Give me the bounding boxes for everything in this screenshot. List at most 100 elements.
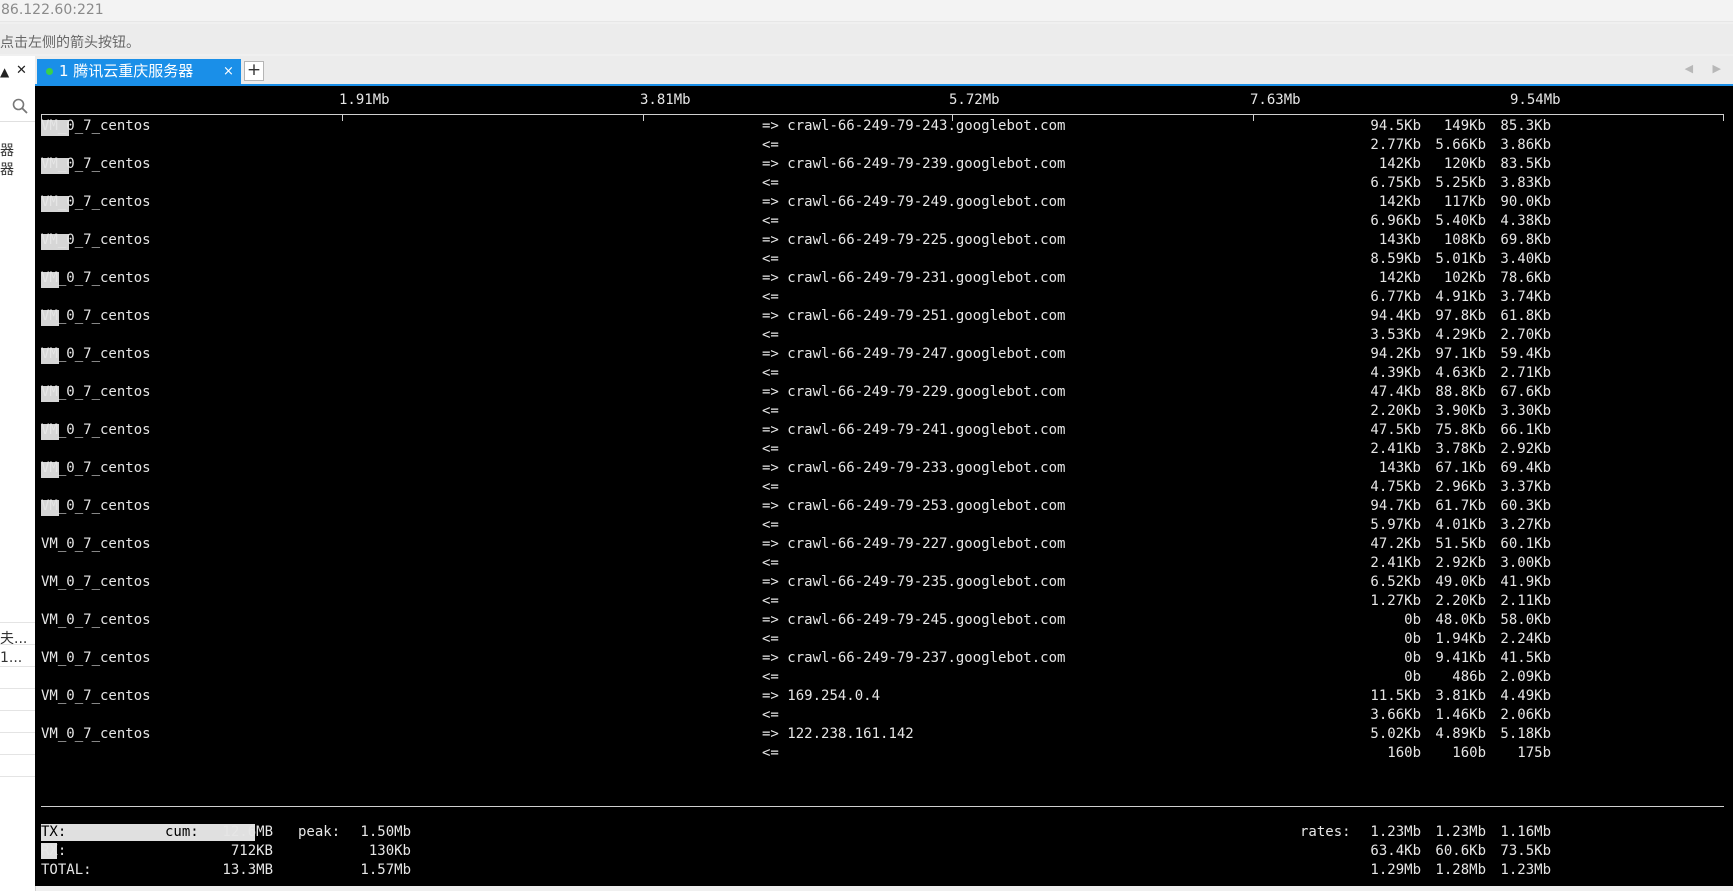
local-host: VM_0_7_centos [41,194,151,210]
rx-rate-40s: 73.5Kb [1500,843,1551,859]
session-item[interactable]: 器 [0,159,14,179]
rate-out: 75.8Kb [1435,422,1486,438]
remote-host: crawl-66-249-79-229.googlebot.com [787,384,1066,400]
rate-in: 160b [1387,745,1421,761]
rate-in: 2.70Kb [1500,327,1551,343]
rate-in: 486b [1452,669,1486,685]
rate-out: 47.5Kb [1370,422,1421,438]
tx-cum: 12.6MB [222,824,273,840]
rate-out: 9.41Kb [1435,650,1486,666]
flow-row: VM_0_7_centos => crawl-66-249-79-249.goog… [35,193,1733,231]
remote-host: 169.254.0.4 [787,688,881,704]
rx-label: RX: [41,843,67,859]
tx-cum-label: cum: [165,824,199,840]
tab-session-1[interactable]: 1 腾讯云重庆服务器 × [37,59,241,84]
total-rate-10s: 1.28Mb [1435,862,1486,878]
rate-out: 5.18Kb [1500,726,1551,742]
total-peak: 1.57Mb [360,862,411,878]
local-host: VM_0_7_centos [41,688,151,704]
rate-out: 5.02Kb [1370,726,1421,742]
remote-host: crawl-66-249-79-241.googlebot.com [787,422,1066,438]
rate-in: 3.83Kb [1500,175,1551,191]
arrow-out: => [762,688,779,704]
rate-in: 4.63Kb [1435,365,1486,381]
total-rate-2s: 1.29Mb [1370,862,1421,878]
session-item[interactable]: 器 [0,140,14,160]
outbound-line: => crawl-66-249-79-231.googlebot.com [762,269,1065,288]
rate-in: 4.91Kb [1435,289,1486,305]
arrow-in: <= [762,289,779,305]
rate-in: 2.20Kb [1435,593,1486,609]
search-box[interactable] [0,90,35,122]
scale-label: 5.72Mb [949,92,1000,108]
add-tab-button[interactable]: + [244,61,264,81]
rate-out: 83.5Kb [1500,156,1551,172]
list-divider [0,776,35,799]
rate-in: 5.66Kb [1435,137,1486,153]
rate-out: 120Kb [1443,156,1486,172]
rate-out: 49.0Kb [1435,574,1486,590]
rate-in: 2.77Kb [1370,137,1421,153]
arrow-in: <= [762,137,779,153]
pin-icon[interactable]: ▲ [0,65,9,79]
rate-in: 8.59Kb [1370,251,1421,267]
rate-in: 5.40Kb [1435,213,1486,229]
arrow-in: <= [762,631,779,647]
rate-in: 2.41Kb [1370,441,1421,457]
outbound-line: => crawl-66-249-79-241.googlebot.com [762,421,1065,440]
rate-in: 4.29Kb [1435,327,1486,343]
local-host: VM_0_7_centos [41,612,151,628]
rate-in: 5.01Kb [1435,251,1486,267]
tab-close-icon[interactable]: × [223,59,234,84]
rate-out: 47.2Kb [1370,536,1421,552]
rate-in: 2.09Kb [1500,669,1551,685]
local-host: VM_0_7_centos [41,308,151,324]
rate-out: 88.8Kb [1435,384,1486,400]
arrow-out: => [762,308,779,324]
local-host: VM_0_7_centos [41,118,151,134]
rate-out: 142Kb [1378,156,1421,172]
rate-out: 11.5Kb [1370,688,1421,704]
rate-in: 1.46Kb [1435,707,1486,723]
arrow-out: => [762,194,779,210]
rate-in: 2.71Kb [1500,365,1551,381]
scale-label: 1.91Mb [339,92,390,108]
flow-row: VM_0_7_centos => crawl-66-249-79-253.goog… [35,497,1733,535]
arrow-out: => [762,384,779,400]
rate-in: 3.78Kb [1435,441,1486,457]
close-icon[interactable]: ✕ [16,63,27,78]
flow-row: VM_0_7_centos => crawl-66-249-79-225.goog… [35,231,1733,269]
remote-host: crawl-66-249-79-243.googlebot.com [787,118,1066,134]
remote-host: crawl-66-249-79-253.googlebot.com [787,498,1066,514]
arrow-in: <= [762,441,779,457]
rate-in: 3.00Kb [1500,555,1551,571]
rate-in: 2.20Kb [1370,403,1421,419]
rate-in: 2.92Kb [1435,555,1486,571]
rate-in: 3.74Kb [1500,289,1551,305]
remote-host: crawl-66-249-79-249.googlebot.com [787,194,1066,210]
local-host: VM_0_7_centos [41,346,151,362]
flow-row: VM_0_7_centos => crawl-66-249-79-241.goog… [35,421,1733,459]
rate-out: 85.3Kb [1500,118,1551,134]
remote-host: crawl-66-249-79-239.googlebot.com [787,156,1066,172]
rate-out: 4.89Kb [1435,726,1486,742]
tab-scroll-arrows-icon[interactable]: ◀ ▶ [1685,62,1729,75]
outbound-line: => 169.254.0.4 [762,687,880,706]
tx-rate-10s: 1.23Mb [1435,824,1486,840]
list-item[interactable]: 1... [0,650,22,666]
rate-in: 3.53Kb [1370,327,1421,343]
terminal-iftop[interactable]: 1.91Mb 3.81Mb 5.72Mb 7.63Mb 9.54Mb VM_0_… [35,86,1733,886]
arrow-out: => [762,270,779,286]
arrow-out: => [762,460,779,476]
rx-peak: 130Kb [368,843,411,859]
rate-in: 3.27Kb [1500,517,1551,533]
rate-out: 61.8Kb [1500,308,1551,324]
rate-in: 0b [1404,669,1421,685]
rate-out: 47.4Kb [1370,384,1421,400]
arrow-in: <= [762,479,779,495]
rates-label: rates: [1300,824,1351,840]
flow-row: VM_0_7_centos => 122.238.161.142 <= 5.02Kb 1… [35,725,1733,763]
total-rate-40s: 1.23Mb [1500,862,1551,878]
rate-in: 4.38Kb [1500,213,1551,229]
remote-host: crawl-66-249-79-235.googlebot.com [787,574,1066,590]
